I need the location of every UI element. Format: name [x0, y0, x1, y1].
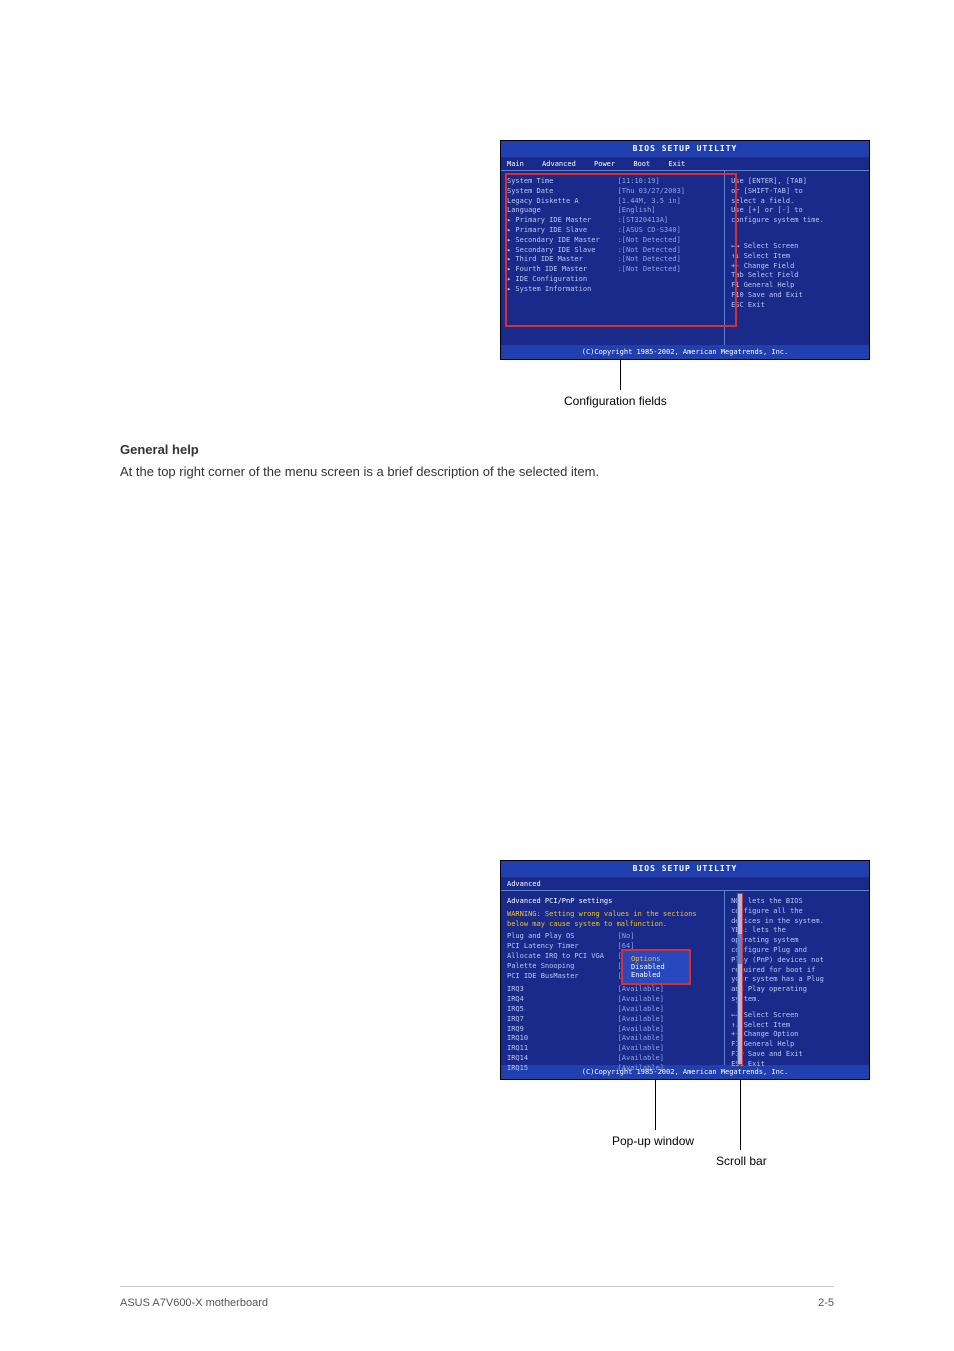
settings-header: Advanced PCI/PnP settings [507, 897, 718, 907]
help-text: Use [+] or [-] to [731, 206, 863, 216]
bios-title: BIOS SETUP UTILITY [501, 141, 869, 157]
help-key: ↑↓ Select Item [731, 252, 863, 262]
help-text: Use [ENTER], [TAB] [731, 177, 863, 187]
footer-product: ASUS A7V600-X motherboard [120, 1297, 268, 1309]
menu-tab: Exit [668, 160, 685, 168]
help-text: Play (PnP) devices not [731, 956, 863, 966]
help-key: F10 Save and Exit [731, 291, 863, 301]
options-popup: Options Disabled Enabled [621, 949, 691, 985]
bios-advanced-screenshot: BIOS SETUP UTILITY Advanced Advanced PCI… [500, 860, 870, 1080]
bios-irq-row: IRQ3[Available] [507, 985, 718, 995]
help-key: ←→ Select Screen [731, 1011, 863, 1021]
bios-config-row: ▸ Secondary IDE Slave:[Not Detected] [507, 246, 718, 256]
help-text: or [SHIFT-TAB] to [731, 187, 863, 197]
help-text: required for boot if [731, 966, 863, 976]
help-key: F1 General Help [731, 1040, 863, 1050]
bios-config-row: ▸ Secondary IDE Master:[Not Detected] [507, 236, 718, 246]
bios-config-row: ▸ Primary IDE Master:[ST320413A] [507, 216, 718, 226]
callout-line [620, 360, 621, 390]
help-key: +- Change Field [731, 262, 863, 272]
help-key: Tab Select Field [731, 271, 863, 281]
help-key: F1 General Help [731, 281, 863, 291]
bios-config-row: Plug and Play OS[No] [507, 932, 718, 942]
help-text: YES: lets the [731, 926, 863, 936]
help-text: your system has a Plug [731, 975, 863, 985]
help-text: devices in the system. [731, 917, 863, 927]
menu-tab: Main [507, 160, 524, 168]
warning-text: WARNING: Setting wrong values in the sec… [507, 910, 718, 930]
popup-title: Options [631, 955, 681, 963]
help-text: operating system [731, 936, 863, 946]
help-key: ↑↓ Select Item [731, 1021, 863, 1031]
help-text: system. [731, 995, 863, 1005]
callout-label: Pop-up window [612, 1134, 694, 1148]
popup-item: Enabled [631, 971, 681, 979]
menu-tab: Advanced [542, 160, 576, 168]
bios-title: BIOS SETUP UTILITY [501, 861, 869, 877]
bios-irq-row: IRQ14[Available] [507, 1054, 718, 1064]
bios-config-row: System Time[11:10:19] [507, 177, 718, 187]
help-text: configure Plug and [731, 946, 863, 956]
scrollbar-highlight [737, 893, 743, 1065]
bios-irq-row: IRQ4[Available] [507, 995, 718, 1005]
callout-line [740, 1080, 741, 1150]
help-key: ESC Exit [731, 301, 863, 311]
bios-main-screenshot: BIOS SETUP UTILITY Main Advanced Power B… [500, 140, 870, 360]
bios-menu-bar: Main Advanced Power Boot Exit [501, 157, 869, 171]
bios-config-row: ▸ Primary IDE Slave:[ASUS CD-S340] [507, 226, 718, 236]
bios-config-row: Legacy Diskette A[1.44M, 3.5 in] [507, 197, 718, 207]
bios-config-row: ▸ Third IDE Master:[Not Detected] [507, 255, 718, 265]
bios-config-row: ▸ Fourth IDE Master:[Not Detected] [507, 265, 718, 275]
bios-config-row: ▸ IDE Configuration [507, 275, 718, 285]
bios-irq-row: IRQ9[Available] [507, 1025, 718, 1035]
bios-config-row: Language[English] [507, 206, 718, 216]
bios-left-pane: Advanced PCI/PnP settings WARNING: Setti… [501, 891, 725, 1065]
menu-tab: Advanced [507, 880, 541, 888]
bios-irq-row: IRQ5[Available] [507, 1005, 718, 1015]
bios-config-row: ▸ System Information [507, 285, 718, 295]
bios-menu-bar: Advanced [501, 877, 869, 891]
body-paragraph: At the top right corner of the menu scre… [120, 462, 834, 482]
help-text: configure system time. [731, 216, 863, 226]
bios-right-pane: Use [ENTER], [TAB]or [SHIFT-TAB] toselec… [725, 171, 869, 345]
popup-item: Disabled [631, 963, 681, 971]
menu-tab: Boot [633, 160, 650, 168]
callout-line [655, 1080, 656, 1130]
footer-divider [120, 1286, 834, 1287]
bios-left-pane: System Time[11:10:19]System Date[Thu 03/… [501, 171, 725, 345]
help-text: and Play operating [731, 985, 863, 995]
bios-right-pane: NO: lets the BIOSconfigure all thedevice… [725, 891, 869, 1065]
help-key: +- Change Option [731, 1030, 863, 1040]
callout-label: Scroll bar [716, 1154, 767, 1168]
help-text: NO: lets the BIOS [731, 897, 863, 907]
bios-irq-row: IRQ10[Available] [507, 1034, 718, 1044]
bios-config-row: System Date[Thu 03/27/2003] [507, 187, 718, 197]
callout-label: Configuration fields [564, 394, 667, 408]
menu-tab: Power [594, 160, 615, 168]
help-key: ←→ Select Screen [731, 242, 863, 252]
bios-footer: (C)Copyright 1985-2002, American Megatre… [501, 345, 869, 359]
section-heading: General help [120, 440, 834, 460]
footer-page-number: 2-5 [818, 1297, 834, 1309]
bios-irq-row: IRQ7[Available] [507, 1015, 718, 1025]
help-text: configure all the [731, 907, 863, 917]
help-text: select a field. [731, 197, 863, 207]
heading-text: General help [120, 442, 199, 457]
help-key: F10 Save and Exit [731, 1050, 863, 1060]
bios-irq-row: IRQ11[Available] [507, 1044, 718, 1054]
